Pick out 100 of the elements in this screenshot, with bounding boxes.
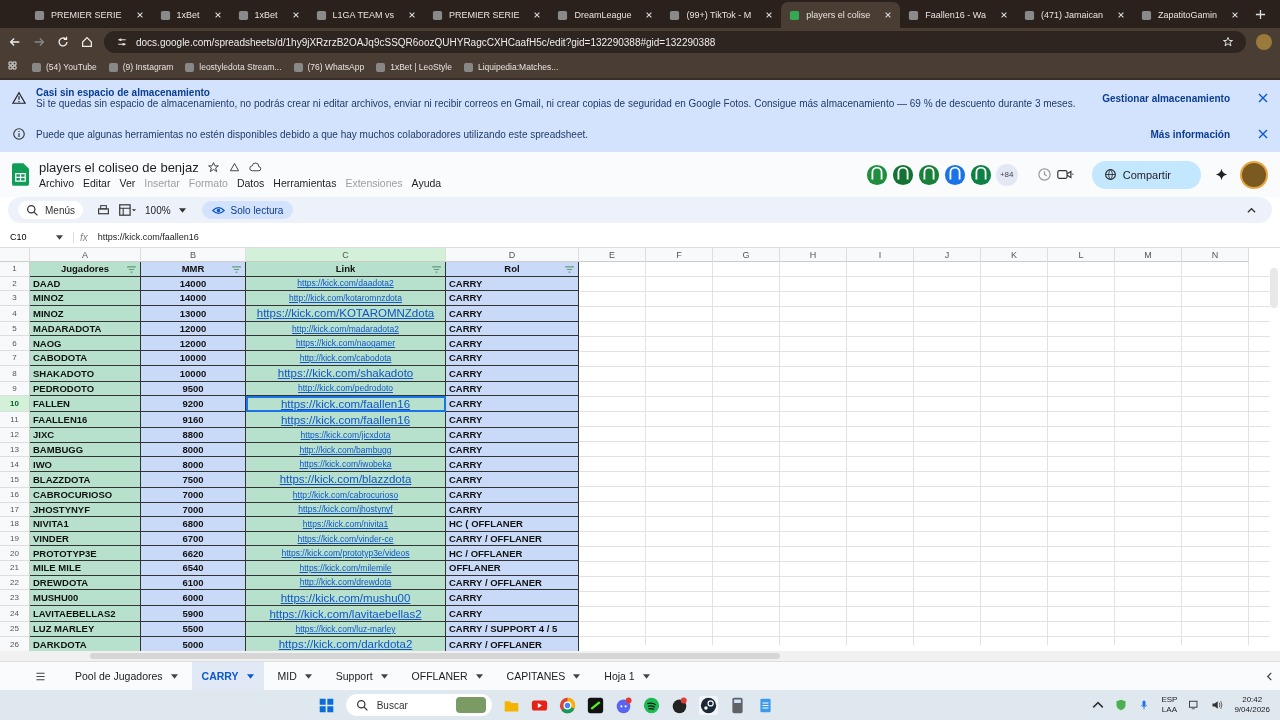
- sheet-tab[interactable]: MID: [267, 662, 322, 690]
- browser-tab[interactable]: DreamLeague: [549, 2, 662, 28]
- column-header[interactable]: M: [1115, 248, 1182, 262]
- bookmark[interactable]: (9) Instagram: [108, 62, 174, 72]
- steam-icon[interactable]: [698, 695, 718, 715]
- language-indicator[interactable]: ESP: [1161, 695, 1178, 705]
- scrollbar[interactable]: [1270, 268, 1278, 308]
- formula-value[interactable]: https://kick.com/faallen16: [97, 232, 199, 242]
- link[interactable]: https://kick.com/faallen16: [280, 397, 411, 410]
- link[interactable]: http://kick.com/pedrodoto: [298, 383, 393, 394]
- collaborator-avatar[interactable]: [891, 163, 914, 186]
- collaborator-avatar[interactable]: [917, 163, 940, 186]
- share-button[interactable]: Compartir: [1091, 160, 1201, 189]
- app-icon[interactable]: [586, 696, 604, 714]
- link[interactable]: https://kick.com/daadota2: [297, 278, 394, 289]
- menu-search-field[interactable]: Menús: [18, 201, 83, 219]
- bookmark[interactable]: (76) WhatsApp: [293, 62, 365, 72]
- link[interactable]: http://kick.com/bambugg: [299, 444, 392, 455]
- browser-icon[interactable]: [558, 696, 576, 714]
- collaborator-avatar[interactable]: [943, 163, 966, 186]
- sheet-tab[interactable]: Hoja 1: [594, 662, 660, 690]
- apps-grid-icon[interactable]: [8, 61, 20, 73]
- star-icon[interactable]: [206, 161, 220, 174]
- bookmark[interactable]: Liquipedia:Matches...: [463, 62, 559, 72]
- chevron-up-icon[interactable]: [1092, 699, 1105, 711]
- column-header[interactable]: I: [847, 248, 914, 262]
- column-header[interactable]: A: [30, 248, 141, 262]
- link[interactable]: https://kick.com/KOTAROMNZdota: [256, 307, 435, 320]
- caret-icon[interactable]: [178, 207, 186, 213]
- keyboard-layout[interactable]: LAA: [1161, 705, 1177, 715]
- link[interactable]: https://kick.com/luz-marley: [295, 623, 396, 634]
- clock-date[interactable]: 9/04/2026: [1234, 705, 1270, 715]
- link[interactable]: https://kick.com/nivita1: [302, 518, 389, 529]
- banner-link[interactable]: Gestionar almacenamiento: [1102, 92, 1230, 104]
- link[interactable]: http://kick.com/kotaromnzdota: [289, 293, 402, 303]
- link[interactable]: https://kick.com/faallen16: [280, 413, 411, 426]
- browser-tab[interactable]: PREMIER SERIE: [423, 2, 550, 28]
- close-icon[interactable]: [1258, 93, 1268, 103]
- sparkle-icon[interactable]: [1215, 168, 1228, 181]
- column-header[interactable]: E: [579, 248, 646, 262]
- link[interactable]: http://kick.com/cabrocurioso: [292, 489, 399, 500]
- close-icon[interactable]: [1231, 11, 1240, 19]
- link[interactable]: https://kick.com/shakadoto: [277, 367, 414, 380]
- link[interactable]: https://kick.com/jhostynyf: [298, 504, 393, 515]
- link[interactable]: http://kick.com/cabodota: [299, 352, 392, 363]
- address-bar[interactable]: docs.google.com/spreadsheets/d/1hy9jXRzrzB2OAJq9cSSQR6oozQUHYRagcCXHCaafH5c/edit?gid=132290388#gid=132290388: [104, 31, 1246, 53]
- reload-icon[interactable]: [56, 35, 70, 49]
- column-header[interactable]: C: [246, 248, 446, 262]
- site-settings-icon[interactable]: [116, 36, 128, 48]
- chat-icon[interactable]: [614, 696, 632, 714]
- column-header[interactable]: B: [141, 248, 246, 262]
- link[interactable]: https://kick.com/vinder-ce: [297, 533, 394, 544]
- link[interactable]: https://kick.com/jicxdota: [300, 429, 391, 440]
- home-icon[interactable]: [80, 35, 94, 49]
- link[interactable]: https://kick.com/blazzdota: [279, 473, 412, 486]
- link[interactable]: https://kick.com/milemile: [299, 562, 392, 573]
- browser-tab[interactable]: players el colise: [781, 2, 901, 28]
- menu-item[interactable]: Datos: [236, 177, 265, 189]
- speaker-icon[interactable]: [1211, 699, 1224, 711]
- video-call-icon[interactable]: [1056, 167, 1074, 182]
- menu-item[interactable]: Herramientas: [273, 177, 337, 189]
- sheet-tab[interactable]: OFFLANER: [401, 662, 493, 690]
- link[interactable]: https://kick.com/prototyp3e/videos: [281, 548, 410, 559]
- chevron-left-icon[interactable]: [1265, 671, 1274, 681]
- close-icon[interactable]: [1258, 129, 1268, 139]
- music-icon[interactable]: [642, 696, 660, 714]
- forward-icon[interactable]: [32, 35, 46, 49]
- column-header[interactable]: H: [780, 248, 847, 262]
- bookmark[interactable]: 1xBet | LeoStyle: [376, 62, 452, 72]
- column-header[interactable]: L: [1048, 248, 1115, 262]
- banner-link[interactable]: Más información: [1150, 128, 1230, 140]
- link[interactable]: https://kick.com/iwobeka: [299, 459, 392, 470]
- sheet-tab[interactable]: CAPITANES: [496, 662, 591, 690]
- column-header[interactable]: J: [914, 248, 981, 262]
- link[interactable]: https://kick.com/lavitaebellas2: [269, 607, 422, 620]
- view-icon[interactable]: [118, 203, 137, 217]
- taskbar-search-field[interactable]: Buscar: [345, 694, 492, 716]
- browser-tab[interactable]: 1xBet: [229, 2, 308, 28]
- column-header[interactable]: D: [446, 248, 579, 262]
- close-icon[interactable]: [999, 11, 1008, 19]
- link[interactable]: https://kick.com/naogamer: [295, 338, 396, 349]
- column-header[interactable]: N: [1182, 248, 1249, 262]
- menu-item[interactable]: Ver: [119, 177, 136, 189]
- browser-tab[interactable]: ZapatitoGamin: [1133, 2, 1248, 28]
- link[interactable]: https://kick.com/darkdota2: [278, 638, 413, 651]
- menu-item[interactable]: Archivo: [39, 177, 74, 189]
- cell-reference[interactable]: C10: [10, 232, 46, 242]
- print-icon[interactable]: [97, 203, 110, 217]
- windows-start-icon[interactable]: [317, 696, 335, 714]
- sheet-tab[interactable]: CARRY: [191, 662, 264, 690]
- zoom-dropdown[interactable]: 100%: [145, 204, 171, 216]
- browser-tab[interactable]: Faallen16 - Wa: [900, 2, 1016, 28]
- close-icon[interactable]: [407, 11, 416, 19]
- app-icon[interactable]: [670, 696, 688, 714]
- back-icon[interactable]: [8, 35, 22, 49]
- scrollbar[interactable]: [90, 653, 780, 659]
- user-avatar[interactable]: [1240, 160, 1268, 189]
- browser-tab[interactable]: 1xBet: [151, 2, 230, 28]
- browser-tab[interactable]: (471) Jamaican: [1015, 2, 1133, 28]
- caret-icon[interactable]: [56, 234, 63, 240]
